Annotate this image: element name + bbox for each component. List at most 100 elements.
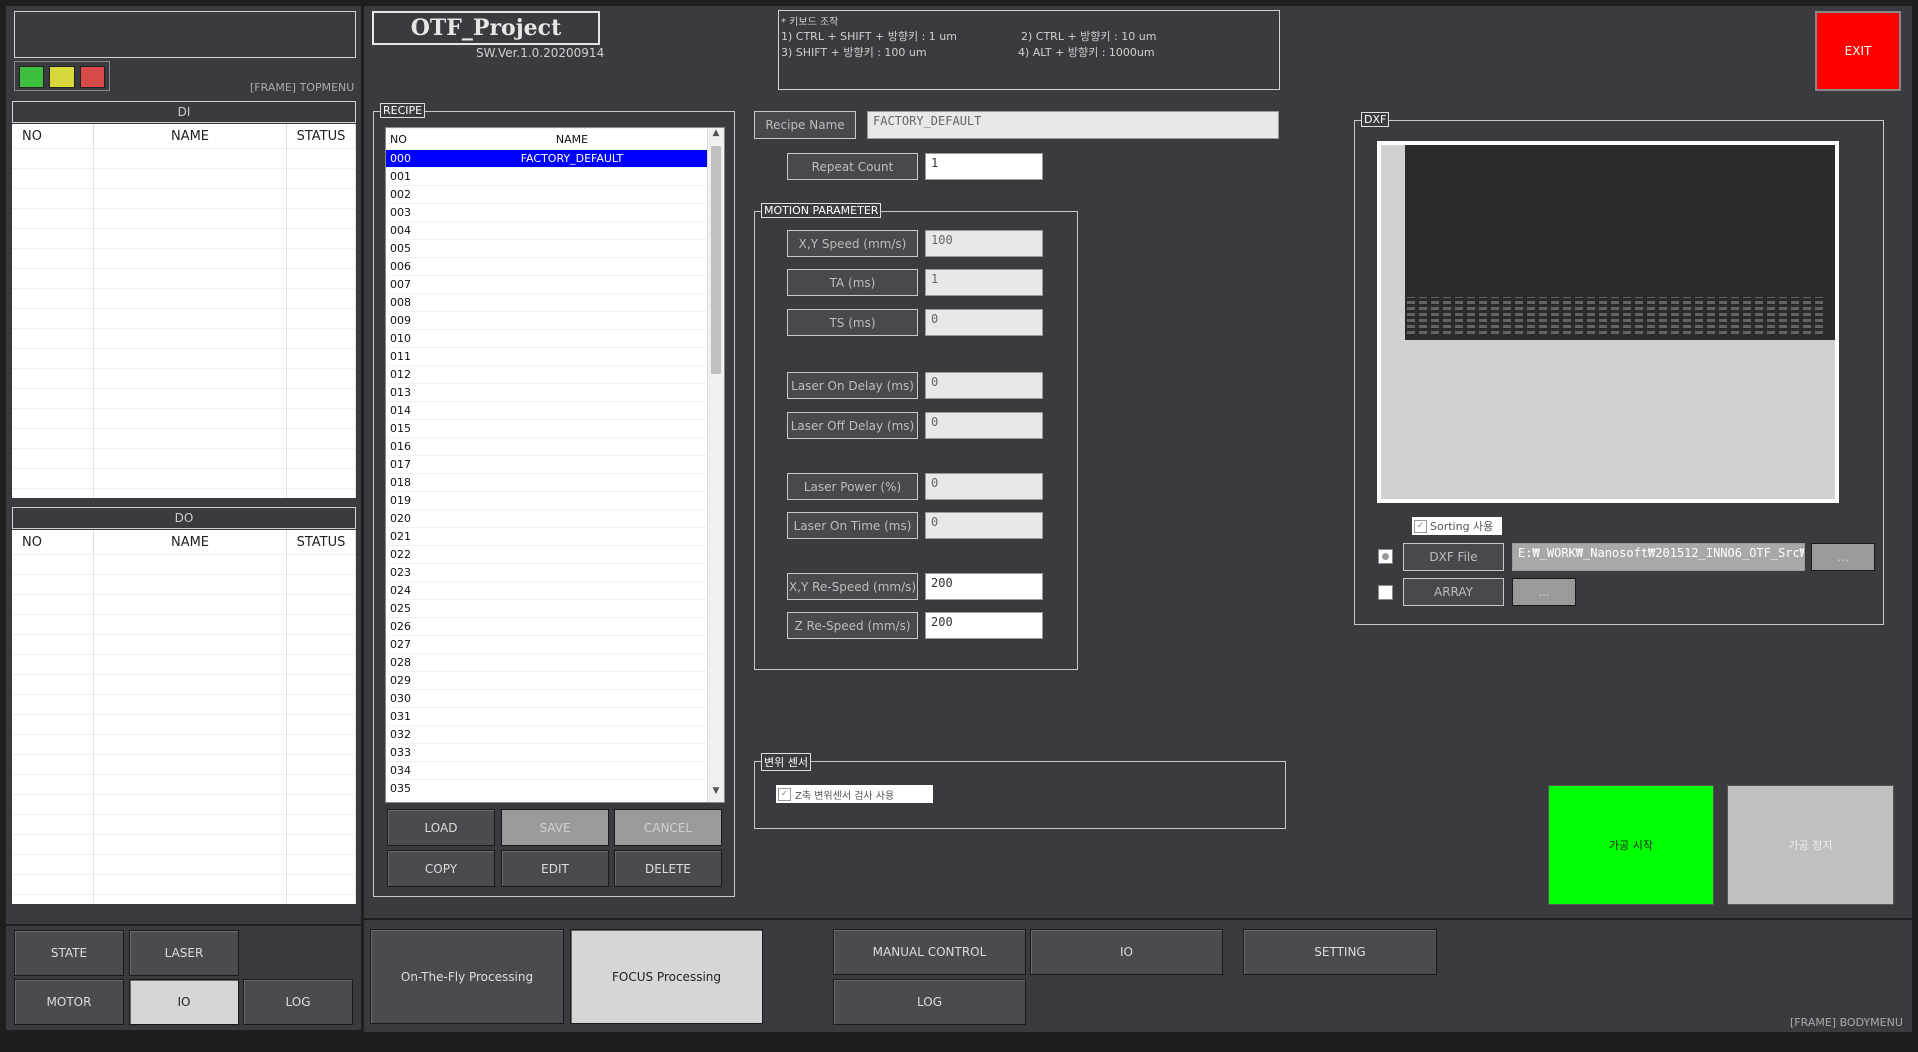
- recipe-row[interactable]: 027: [386, 635, 708, 654]
- log-button[interactable]: LOG: [243, 979, 353, 1025]
- recipe-row[interactable]: 002: [386, 185, 708, 204]
- table-row[interactable]: [12, 368, 356, 389]
- ta-field[interactable]: 1: [925, 269, 1043, 296]
- table-row[interactable]: [12, 894, 356, 904]
- laser-on-delay-field[interactable]: 0: [925, 372, 1043, 399]
- dxf-browse-button[interactable]: ...: [1811, 543, 1875, 571]
- recipe-row[interactable]: 026: [386, 617, 708, 636]
- recipe-row[interactable]: 009: [386, 311, 708, 330]
- laser-power-field[interactable]: 0: [925, 473, 1043, 500]
- table-row[interactable]: [12, 168, 356, 189]
- recipe-row[interactable]: 018: [386, 473, 708, 492]
- table-row[interactable]: [12, 714, 356, 735]
- table-row[interactable]: [12, 488, 356, 498]
- z-respeed-field[interactable]: 200: [925, 612, 1043, 639]
- recipe-row[interactable]: 014: [386, 401, 708, 420]
- table-row[interactable]: [12, 348, 356, 369]
- table-row[interactable]: [12, 634, 356, 655]
- cancel-button[interactable]: CANCEL: [614, 809, 722, 846]
- checkbox-checked-icon[interactable]: ✓: [778, 787, 791, 801]
- sorting-checkbox[interactable]: ✓ Sorting 사용: [1412, 517, 1502, 535]
- recipe-row[interactable]: 029: [386, 671, 708, 690]
- scroll-up-icon[interactable]: ▲: [708, 128, 724, 144]
- table-row[interactable]: [12, 188, 356, 209]
- table-row[interactable]: [12, 388, 356, 409]
- array-radio[interactable]: [1378, 585, 1393, 600]
- table-row[interactable]: [12, 774, 356, 795]
- recipe-row[interactable]: 031: [386, 707, 708, 726]
- table-row[interactable]: [12, 228, 356, 249]
- recipe-row[interactable]: 032: [386, 725, 708, 744]
- recipe-row[interactable]: 011: [386, 347, 708, 366]
- table-row[interactable]: [12, 814, 356, 835]
- table-row[interactable]: [12, 694, 356, 715]
- table-row[interactable]: [12, 148, 356, 169]
- table-row[interactable]: [12, 594, 356, 615]
- recipe-row[interactable]: 022: [386, 545, 708, 564]
- log-menu-button[interactable]: LOG: [833, 979, 1026, 1025]
- save-button[interactable]: SAVE: [501, 809, 609, 846]
- xy-speed-field[interactable]: 100: [925, 230, 1043, 257]
- table-row[interactable]: [12, 408, 356, 429]
- repeat-count-field[interactable]: 1: [925, 153, 1043, 180]
- table-row[interactable]: [12, 654, 356, 675]
- table-row[interactable]: [12, 468, 356, 489]
- recipe-row[interactable]: 035: [386, 779, 708, 797]
- setting-button[interactable]: SETTING: [1243, 929, 1437, 975]
- recipe-row[interactable]: 008: [386, 293, 708, 312]
- io-button[interactable]: IO: [129, 979, 239, 1025]
- recipe-row[interactable]: 025: [386, 599, 708, 618]
- table-row[interactable]: [12, 874, 356, 895]
- recipe-row[interactable]: 003: [386, 203, 708, 222]
- table-row[interactable]: [12, 614, 356, 635]
- laser-button[interactable]: LASER: [129, 930, 239, 976]
- recipe-row[interactable]: 028: [386, 653, 708, 672]
- recipe-row[interactable]: 001: [386, 167, 708, 186]
- tab-on-the-fly[interactable]: On-The-Fly Processing: [370, 929, 564, 1024]
- motor-button[interactable]: MOTOR: [14, 979, 124, 1025]
- scroll-thumb[interactable]: [711, 146, 721, 374]
- table-row[interactable]: [12, 734, 356, 755]
- state-button[interactable]: STATE: [14, 930, 124, 976]
- recipe-row[interactable]: 033: [386, 743, 708, 762]
- recipe-row[interactable]: 015: [386, 419, 708, 438]
- tab-focus-processing[interactable]: FOCUS Processing: [570, 929, 763, 1024]
- recipe-row[interactable]: 021: [386, 527, 708, 546]
- dxf-file-radio[interactable]: [1378, 549, 1393, 564]
- exit-button[interactable]: EXIT: [1815, 11, 1901, 91]
- recipe-row[interactable]: 016: [386, 437, 708, 456]
- table-row[interactable]: [12, 674, 356, 695]
- table-row[interactable]: [12, 554, 356, 575]
- edit-button[interactable]: EDIT: [501, 850, 609, 887]
- table-row[interactable]: [12, 754, 356, 775]
- recipe-row[interactable]: 006: [386, 257, 708, 276]
- z-sensor-checkbox[interactable]: ✓ Z축 변위센서 검사 사용: [776, 785, 933, 803]
- recipe-row[interactable]: 010: [386, 329, 708, 348]
- table-row[interactable]: [12, 834, 356, 855]
- recipe-row[interactable]: 034: [386, 761, 708, 780]
- table-row[interactable]: [12, 328, 356, 349]
- recipe-row[interactable]: 024: [386, 581, 708, 600]
- recipe-row[interactable]: 017: [386, 455, 708, 474]
- recipe-row[interactable]: 019: [386, 491, 708, 510]
- process-stop-button[interactable]: 가공 정지: [1727, 785, 1894, 905]
- recipe-row[interactable]: 007: [386, 275, 708, 294]
- table-row[interactable]: [12, 574, 356, 595]
- laser-on-time-field[interactable]: 0: [925, 512, 1043, 539]
- scroll-down-icon[interactable]: ▼: [708, 786, 724, 802]
- recipe-scrollbar[interactable]: ▲ ▼: [707, 128, 724, 802]
- table-row[interactable]: [12, 208, 356, 229]
- dxf-file-path[interactable]: E:₩_WORK₩_Nanosoft₩201512_INNO6_OTF_Src₩: [1512, 543, 1805, 571]
- table-row[interactable]: [12, 308, 356, 329]
- recipe-row[interactable]: 013: [386, 383, 708, 402]
- table-row[interactable]: [12, 794, 356, 815]
- table-row[interactable]: [12, 268, 356, 289]
- recipe-name-field[interactable]: FACTORY_DEFAULT: [867, 111, 1279, 139]
- io-menu-button[interactable]: IO: [1030, 929, 1223, 975]
- table-row[interactable]: [12, 448, 356, 469]
- copy-button[interactable]: COPY: [387, 850, 495, 887]
- ts-field[interactable]: 0: [925, 309, 1043, 336]
- laser-off-delay-field[interactable]: 0: [925, 412, 1043, 439]
- recipe-row[interactable]: 000 FACTORY_DEFAULT: [386, 149, 708, 168]
- array-browse-button[interactable]: ...: [1512, 578, 1576, 606]
